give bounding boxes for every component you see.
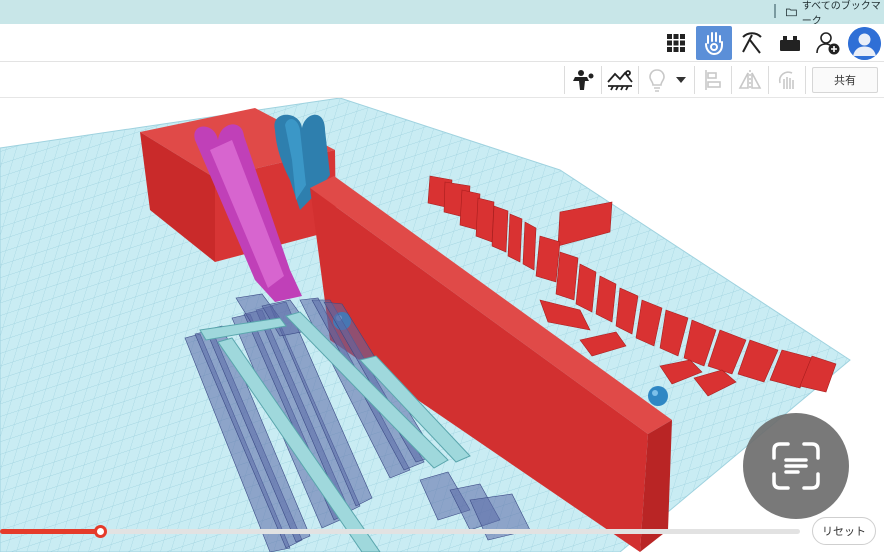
mirror-icon xyxy=(738,70,762,90)
all-bookmarks-folder[interactable]: すべてのブックマーク xyxy=(786,1,884,27)
share-button[interactable]: 共有 xyxy=(812,67,878,93)
toolbar-divider xyxy=(601,66,602,94)
tinker-hand-button[interactable] xyxy=(696,26,732,60)
toolbar-divider xyxy=(805,66,806,94)
simulate-button[interactable] xyxy=(566,64,600,96)
bricks-button[interactable] xyxy=(772,26,808,60)
user-avatar-icon xyxy=(848,27,881,60)
lens-button[interactable] xyxy=(743,413,849,519)
timeline-track[interactable] xyxy=(0,529,800,534)
add-user-icon xyxy=(816,32,840,55)
light-dropdown-button[interactable] xyxy=(672,64,690,96)
align-button[interactable] xyxy=(696,64,730,96)
bookmark-separator xyxy=(774,4,776,18)
all-bookmarks-label: すべてのブックマーク xyxy=(801,1,881,27)
brick-icon xyxy=(780,36,800,51)
timeline-progress xyxy=(0,529,100,534)
folder-icon xyxy=(786,8,797,17)
editor-toolbar: 共有 xyxy=(0,62,884,98)
bookmark-bar: すべてのブックマーク xyxy=(0,0,884,27)
light-bulb-button[interactable] xyxy=(640,64,674,96)
toolbar-divider xyxy=(731,66,732,94)
hand-icon xyxy=(705,32,723,56)
align-icon xyxy=(705,70,721,90)
toolbar-divider xyxy=(768,66,769,94)
pickaxe-icon xyxy=(742,32,762,54)
dropdown-arrow-icon xyxy=(676,77,686,83)
light-bulb-icon xyxy=(649,69,665,92)
simulate-icon xyxy=(573,70,594,90)
mirror-button[interactable] xyxy=(733,64,767,96)
cruise-button[interactable] xyxy=(770,64,804,96)
physics-scene-button[interactable] xyxy=(603,64,637,96)
toolbar-divider xyxy=(638,66,639,94)
marble-ball xyxy=(648,386,668,406)
toolbar-divider xyxy=(694,66,695,94)
grid-view-button[interactable] xyxy=(658,26,694,60)
cruise-icon xyxy=(778,71,794,89)
app-header xyxy=(0,24,884,62)
user-avatar[interactable] xyxy=(848,27,881,60)
pickaxe-button[interactable] xyxy=(734,26,770,60)
physics-scene-icon xyxy=(607,70,633,91)
google-lens-icon xyxy=(772,442,820,490)
timeline-scrubber[interactable] xyxy=(94,525,107,538)
toolbar-divider xyxy=(564,66,565,94)
grid-icon xyxy=(667,34,685,52)
add-user-button[interactable] xyxy=(810,26,846,60)
reset-button[interactable]: リセット xyxy=(812,517,876,545)
